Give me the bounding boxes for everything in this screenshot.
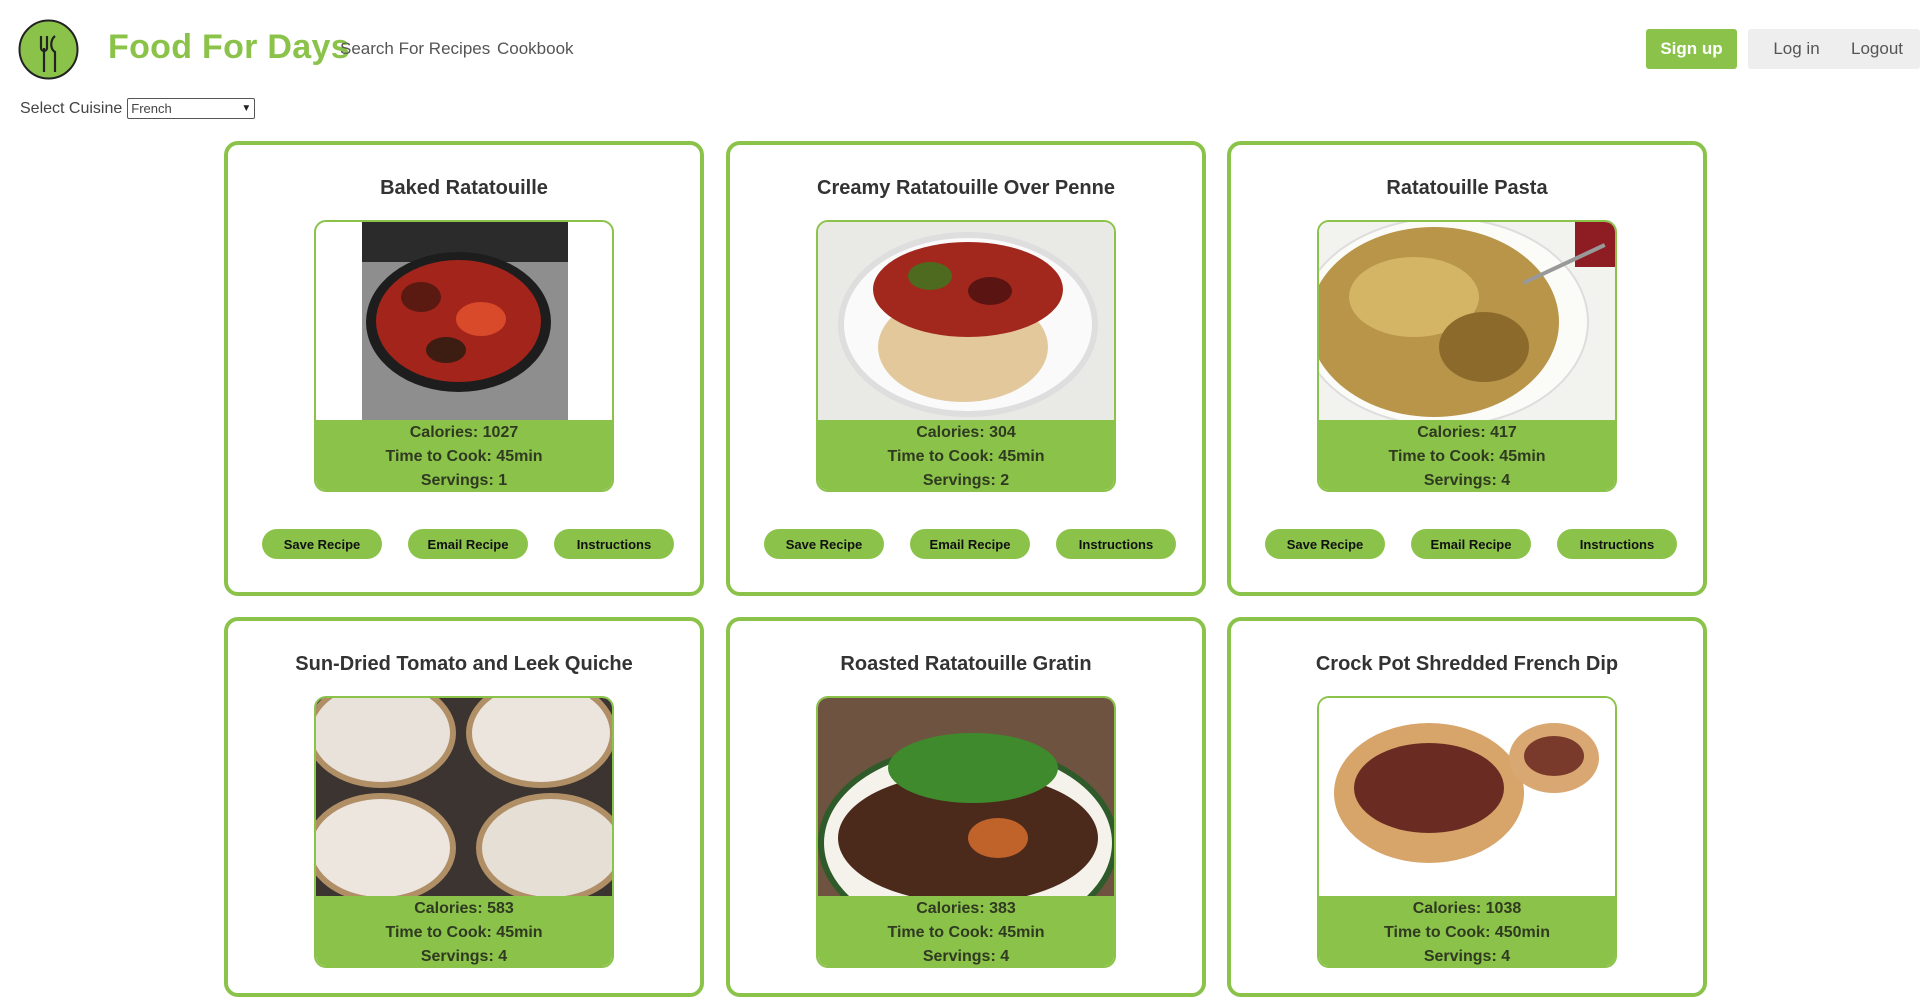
signup-button[interactable]: Sign up	[1646, 29, 1737, 69]
nav-cookbook[interactable]: Cookbook	[497, 39, 574, 59]
fork-knife-icon[interactable]	[17, 18, 80, 81]
recipe-calories: Calories: 1027	[409, 424, 519, 441]
recipe-actions: Save Recipe Email Recipe Instructions	[262, 529, 674, 559]
recipe-stats: Calories: 417 Time to Cook: 45min Servin…	[1319, 420, 1615, 490]
recipe-calories: Calories: 583	[414, 900, 514, 917]
email-recipe-button[interactable]: Email Recipe	[910, 529, 1030, 559]
save-recipe-button[interactable]: Save Recipe	[764, 529, 884, 559]
recipe-servings: Servings: 1	[420, 472, 508, 489]
cuisine-filter: Select Cuisine French ▼	[20, 98, 256, 119]
recipe-stats: Calories: 583 Time to Cook: 45min Servin…	[316, 896, 612, 966]
recipe-card: Roasted Ratatouille Gratin Calories: 383…	[726, 617, 1206, 997]
recipe-card: Crock Pot Shredded French Dip Calories: …	[1227, 617, 1707, 997]
recipe-media: Calories: 304 Time to Cook: 45min Servin…	[816, 220, 1116, 492]
recipe-card: Creamy Ratatouille Over Penne Calories: …	[726, 141, 1206, 596]
recipe-media: Calories: 1038 Time to Cook: 450min Serv…	[1317, 696, 1617, 968]
recipe-media: Calories: 417 Time to Cook: 45min Servin…	[1317, 220, 1617, 492]
save-recipe-button[interactable]: Save Recipe	[262, 529, 382, 559]
brand-name[interactable]: Food For Days	[108, 28, 350, 67]
chevron-down-icon: ▼	[241, 103, 252, 114]
recipe-calories: Calories: 383	[916, 900, 1016, 917]
login-button[interactable]: Log in	[1748, 29, 1845, 69]
recipe-title: Baked Ratatouille	[380, 177, 548, 199]
instructions-button[interactable]: Instructions	[1056, 529, 1176, 559]
recipe-time: Time to Cook: 45min	[385, 448, 543, 465]
recipe-servings: Servings: 2	[922, 472, 1010, 489]
recipe-media: Calories: 383 Time to Cook: 45min Servin…	[816, 696, 1116, 968]
recipe-image[interactable]	[818, 698, 1114, 896]
recipe-image[interactable]	[818, 222, 1114, 420]
recipe-calories: Calories: 1038	[1412, 900, 1522, 917]
recipe-title: Sun-Dried Tomato and Leek Quiche	[295, 653, 633, 675]
cuisine-selected-value: French	[131, 101, 172, 116]
recipe-card: Baked Ratatouille Calories: 1027 Time to…	[224, 141, 704, 596]
recipe-title: Crock Pot Shredded French Dip	[1315, 653, 1619, 675]
recipe-actions: Save Recipe Email Recipe Instructions	[764, 529, 1176, 559]
recipe-stats: Calories: 304 Time to Cook: 45min Servin…	[818, 420, 1114, 490]
email-recipe-button[interactable]: Email Recipe	[408, 529, 528, 559]
recipe-time: Time to Cook: 45min	[385, 924, 543, 941]
instructions-button[interactable]: Instructions	[554, 529, 674, 559]
cuisine-label: Select Cuisine	[20, 99, 123, 117]
cuisine-select[interactable]: French ▼	[127, 98, 256, 119]
recipe-time: Time to Cook: 45min	[1388, 448, 1546, 465]
recipe-card: Sun-Dried Tomato and Leek Quiche Calorie…	[224, 617, 704, 997]
recipe-stats: Calories: 1027 Time to Cook: 45min Servi…	[316, 420, 612, 490]
top-navbar: Food For Days Search For Recipes Cookboo…	[0, 0, 1920, 96]
recipe-calories: Calories: 417	[1417, 424, 1517, 441]
recipe-image[interactable]	[1319, 222, 1615, 420]
recipe-servings: Servings: 4	[1423, 472, 1511, 489]
recipe-stats: Calories: 1038 Time to Cook: 450min Serv…	[1319, 896, 1615, 966]
recipe-title: Roasted Ratatouille Gratin	[840, 653, 1092, 675]
recipe-image[interactable]	[1319, 698, 1615, 896]
instructions-button[interactable]: Instructions	[1557, 529, 1677, 559]
recipe-media: Calories: 583 Time to Cook: 45min Servin…	[314, 696, 614, 968]
email-recipe-button[interactable]: Email Recipe	[1411, 529, 1531, 559]
recipe-media: Calories: 1027 Time to Cook: 45min Servi…	[314, 220, 614, 492]
recipe-time: Time to Cook: 45min	[887, 448, 1045, 465]
recipe-servings: Servings: 4	[420, 948, 508, 965]
logout-button[interactable]: Logout	[1834, 29, 1920, 69]
recipe-title: Ratatouille Pasta	[1386, 177, 1548, 199]
recipe-card: Ratatouille Pasta Calories: 417 Time to …	[1227, 141, 1707, 596]
recipe-servings: Servings: 4	[922, 948, 1010, 965]
recipe-image[interactable]	[316, 698, 612, 896]
recipe-title: Creamy Ratatouille Over Penne	[817, 177, 1115, 199]
recipe-calories: Calories: 304	[916, 424, 1016, 441]
recipe-image[interactable]	[316, 222, 612, 420]
save-recipe-button[interactable]: Save Recipe	[1265, 529, 1385, 559]
recipe-stats: Calories: 383 Time to Cook: 45min Servin…	[818, 896, 1114, 966]
recipe-actions: Save Recipe Email Recipe Instructions	[1265, 529, 1677, 559]
recipe-time: Time to Cook: 45min	[887, 924, 1045, 941]
recipe-time: Time to Cook: 450min	[1384, 924, 1550, 941]
recipe-servings: Servings: 4	[1423, 948, 1511, 965]
nav-search-recipes[interactable]: Search For Recipes	[340, 39, 490, 59]
